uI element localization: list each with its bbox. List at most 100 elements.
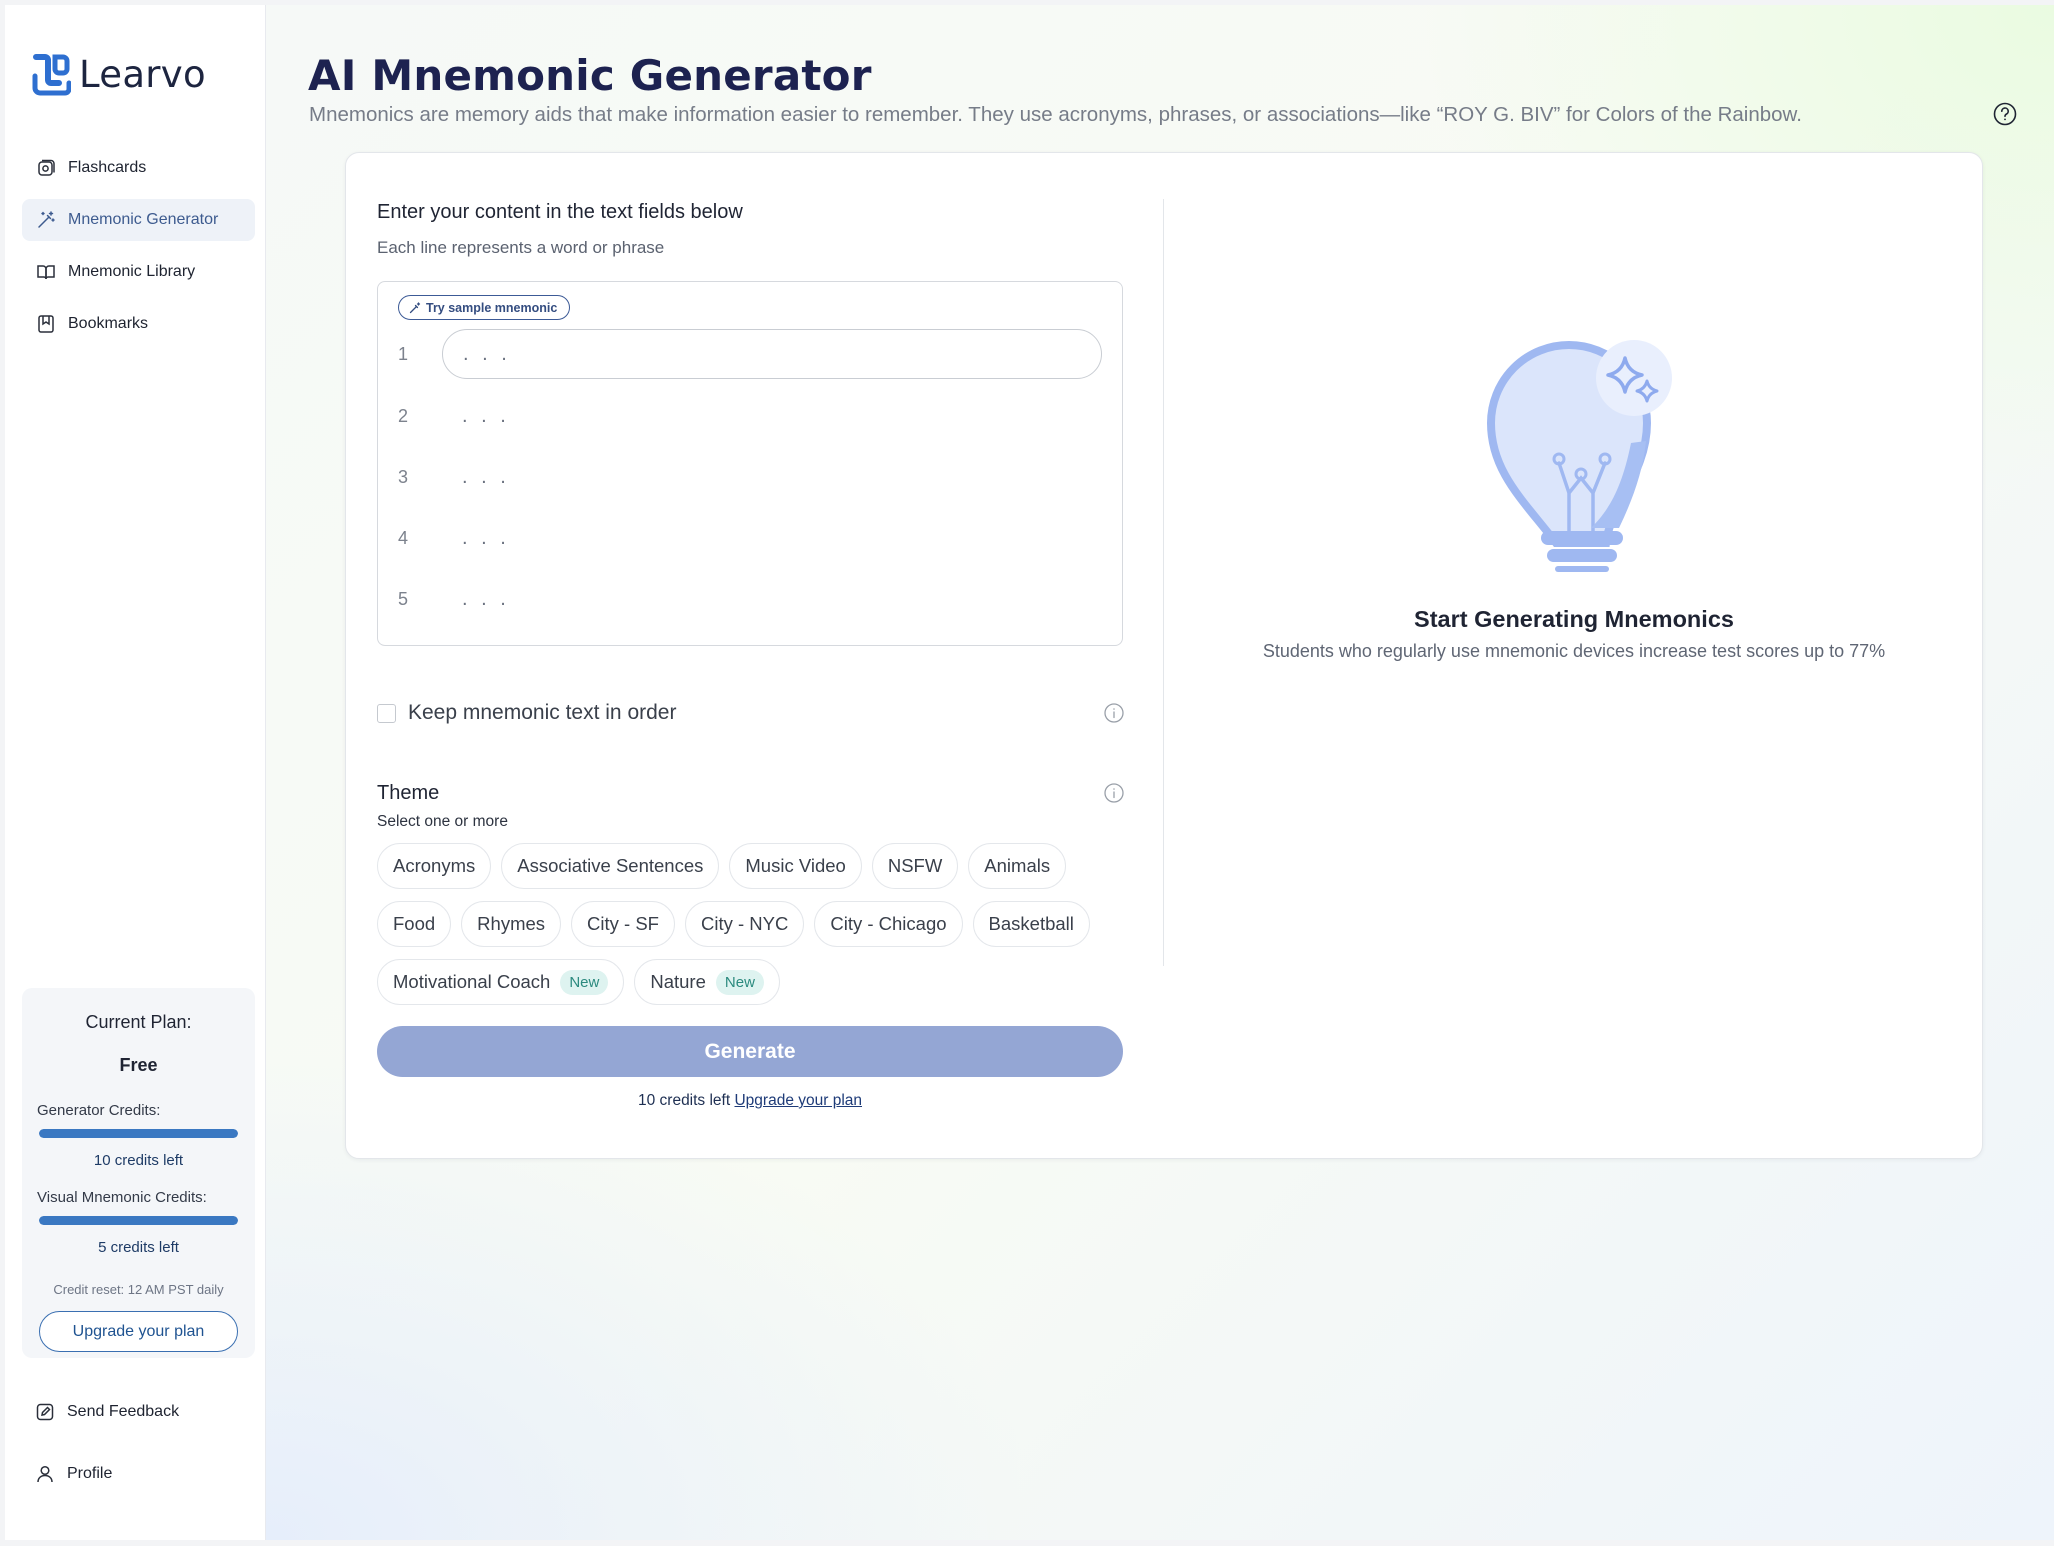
theme-chip-nsfw[interactable]: NSFW [871,843,959,889]
sidebar-item-mnemonic-library[interactable]: Mnemonic Library [22,251,255,293]
theme-chip-row: Acronyms Associative Sentences Music Vid… [377,843,1137,889]
try-sample-button[interactable]: Try sample mnemonic [398,295,571,320]
theme-chip-label: City - Chicago [830,913,947,934]
line-number: 5 [398,589,409,609]
theme-chip-associative-sentences[interactable]: Associative Sentences [501,843,720,889]
book-icon [36,262,56,282]
theme-chip-nature[interactable]: Nature New [634,959,780,1005]
sidebar-item-send-feedback[interactable]: Send Feedback [22,1391,255,1433]
theme-chip-label: Nature [650,971,706,992]
theme-chip-animals[interactable]: Animals [968,843,1067,889]
main-content: AI Mnemonic Generator Mnemonics are memo… [266,5,2054,1540]
content-lines-box: Try sample mnemonic 1 2 3 4 [377,281,1123,646]
theme-chip-label: Food [393,913,436,934]
line-input-1[interactable] [442,329,1102,379]
theme-chip-label: Music Video [745,855,846,876]
sidebar-item-label: Send Feedback [67,1403,180,1420]
credit-reset-note: Credit reset: 12 AM PST daily [53,1282,224,1297]
theme-chip-basketball[interactable]: Basketball [972,901,1090,947]
visual-credits-left: 5 credits left [98,1239,179,1256]
line-number: 4 [398,528,409,548]
credits-remaining-text: 10 credits left [637,1092,731,1109]
keep-order-checkbox[interactable] [377,703,396,723]
generate-button[interactable]: Generate [377,1026,1123,1077]
line-input-3[interactable] [442,452,1102,502]
sidebar-item-label: Flashcards [68,159,147,176]
new-badge: New [560,969,609,995]
page-subtitle: Mnemonics are memory aids that make info… [309,103,1802,126]
sidebar-item-mnemonic-generator[interactable]: Mnemonic Generator [22,199,255,241]
form-subtitle: Each line represents a word or phrase [377,238,665,257]
plan-card: Current Plan: Free Generator Credits: 10… [22,988,255,1358]
empty-state-subtitle: Students who regularly use mnemonic devi… [1262,641,1886,661]
line-number: 3 [398,467,409,487]
theme-chip-food[interactable]: Food [377,901,452,947]
theme-title: Theme [377,782,440,804]
help-icon[interactable] [1992,101,2018,127]
line-number: 1 [398,344,409,364]
line-input-5[interactable] [442,574,1102,624]
visual-credits-bar [39,1216,238,1225]
flashcards-icon [36,158,56,178]
sidebar-item-label: Mnemonic Library [68,263,196,280]
theme-chip-motivational-coach[interactable]: Motivational Coach New [377,959,625,1005]
theme-chip-label: Basketball [988,913,1074,934]
generator-credits-label: Generator Credits: [37,1102,161,1119]
theme-chip-city-chicago[interactable]: City - Chicago [814,901,963,947]
upgrade-plan-link[interactable]: Upgrade your plan [734,1092,862,1109]
line-input-2[interactable] [442,391,1102,441]
feedback-icon [35,1402,55,1422]
theme-chip-row: Motivational Coach New Nature New [377,959,1137,1005]
sidebar-item-label: Bookmarks [68,315,149,332]
plan-name: Free [119,1055,158,1075]
sidebar-item-label: Mnemonic Generator [68,211,219,228]
magic-wand-icon [36,210,56,230]
generator-card: Enter your content in the text fields be… [345,152,1983,1159]
theme-chip-label: City - NYC [700,913,789,934]
theme-info-icon[interactable] [1103,782,1125,804]
line-number: 2 [398,406,409,426]
sidebar-item-bookmarks[interactable]: Bookmarks [22,303,255,345]
generator-credits-fill [39,1129,238,1138]
sidebar-item-flashcards[interactable]: Flashcards [22,147,255,189]
theme-chips: Acronyms Associative Sentences Music Vid… [377,843,1137,1017]
theme-chip-city-nyc[interactable]: City - NYC [684,901,805,947]
try-sample-label: Try sample mnemonic [426,300,558,315]
keep-order-row[interactable]: Keep mnemonic text in order [377,701,676,725]
keep-order-info-icon[interactable] [1103,702,1125,724]
plan-title: Current Plan: [85,1012,192,1032]
theme-chip-acronyms[interactable]: Acronyms [377,843,492,889]
theme-subtitle: Select one or more [377,813,508,830]
line-row: 1 [378,329,1122,379]
line-row: 3 [378,452,1122,502]
theme-chip-label: Motivational Coach [393,971,551,992]
theme-chip-row: Food Rhymes City - SF City - NYC City - … [377,901,1137,947]
new-badge: New [715,969,764,995]
theme-chip-music-video[interactable]: Music Video [729,843,862,889]
theme-chip-label: Acronyms [393,855,476,876]
upgrade-plan-button[interactable]: Upgrade your plan [39,1311,238,1352]
sidebar-item-label: Profile [67,1465,113,1482]
sidebar: Learvo Flashcards Mnemonic Generator Mne… [5,5,266,1540]
column-divider [1163,199,1164,966]
empty-state-title: Start Generating Mnemonics [1414,606,1734,632]
user-icon [35,1464,55,1484]
theme-chip-rhymes[interactable]: Rhymes [461,901,562,947]
theme-chip-label: Associative Sentences [517,855,704,876]
sidebar-nav: Flashcards Mnemonic Generator Mnemonic L… [22,147,255,355]
theme-chip-label: Rhymes [477,913,546,934]
line-row: 5 [378,574,1122,624]
generator-credits-bar [39,1129,238,1138]
visual-credits-fill [39,1216,238,1225]
form-title: Enter your content in the text fields be… [377,201,743,223]
generator-credits-left: 10 credits left [93,1152,184,1169]
sidebar-item-profile[interactable]: Profile [22,1453,255,1495]
keep-order-label: Keep mnemonic text in order [408,701,677,724]
theme-chip-city-sf[interactable]: City - SF [571,901,675,947]
app-logo[interactable]: Learvo [31,53,206,96]
credits-remaining-line: 10 credits left Upgrade your plan [377,1092,1123,1110]
app-name: Learvo [79,53,206,96]
line-input-4[interactable] [442,513,1102,563]
lightbulb-icon [1486,340,1672,572]
line-row: 2 [378,391,1122,441]
